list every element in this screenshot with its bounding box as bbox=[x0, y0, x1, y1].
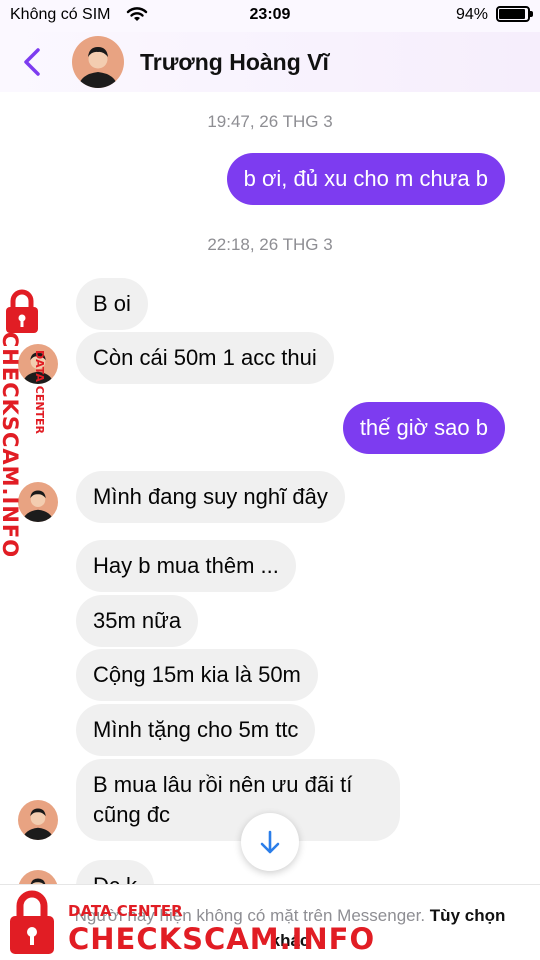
carrier-label: Không có SIM bbox=[10, 6, 111, 23]
sender-avatar bbox=[18, 870, 58, 884]
battery-icon bbox=[496, 6, 533, 22]
message-incoming[interactable]: 35m nữa bbox=[76, 595, 199, 647]
contact-avatar[interactable] bbox=[72, 36, 124, 88]
message-incoming[interactable]: Mình đang suy nghĩ đây bbox=[76, 471, 345, 523]
timestamp: 22:18, 26 THG 3 bbox=[207, 235, 333, 254]
timestamp: 19:47, 26 THG 3 bbox=[207, 112, 333, 131]
watermark-subtitle: DATA CENTER bbox=[68, 902, 183, 920]
message-incoming[interactable]: Đc k bbox=[76, 860, 154, 884]
chat-header: Trương Hoàng Vĩ bbox=[0, 32, 540, 92]
message-outgoing[interactable]: thế giờ sao b bbox=[342, 402, 505, 454]
watermark-subtitle: DATA CENTER bbox=[33, 349, 46, 435]
battery-percent: 94% bbox=[455, 6, 488, 23]
message-outgoing[interactable]: b ơi, đủ xu cho m chưa b bbox=[226, 153, 505, 205]
sender-avatar bbox=[18, 482, 58, 522]
lock-icon bbox=[10, 890, 54, 954]
sender-avatar bbox=[18, 800, 58, 840]
watermark-brand: CHECKSCAM.INFO bbox=[0, 331, 22, 559]
conversation[interactable]: 19:47, 26 THG 3 b ơi, đủ xu cho m chưa b… bbox=[0, 92, 540, 884]
contact-name[interactable]: Trương Hoàng Vĩ bbox=[140, 49, 329, 76]
arrow-down-icon bbox=[260, 830, 280, 854]
lock-icon bbox=[6, 289, 38, 333]
message-incoming[interactable]: Cộng 15m kia là 50m bbox=[76, 649, 318, 701]
message-incoming[interactable]: B mua lâu rồi nên ưu đãi tí cũng đc bbox=[76, 759, 400, 841]
message-incoming[interactable]: Hay b mua thêm ... bbox=[76, 540, 296, 592]
message-incoming[interactable]: B oi bbox=[76, 278, 148, 330]
wifi-icon bbox=[126, 7, 148, 21]
back-button[interactable] bbox=[18, 44, 48, 80]
status-bar: Không có SIM 23:09 94% bbox=[0, 0, 540, 32]
message-incoming[interactable]: Mình tặng cho 5m ttc bbox=[76, 704, 316, 756]
watermark-brand: CHECKSCAM.INFO bbox=[68, 922, 376, 956]
scroll-to-bottom-button[interactable] bbox=[241, 813, 299, 871]
message-incoming[interactable]: Còn cái 50m 1 acc thui bbox=[76, 332, 334, 384]
